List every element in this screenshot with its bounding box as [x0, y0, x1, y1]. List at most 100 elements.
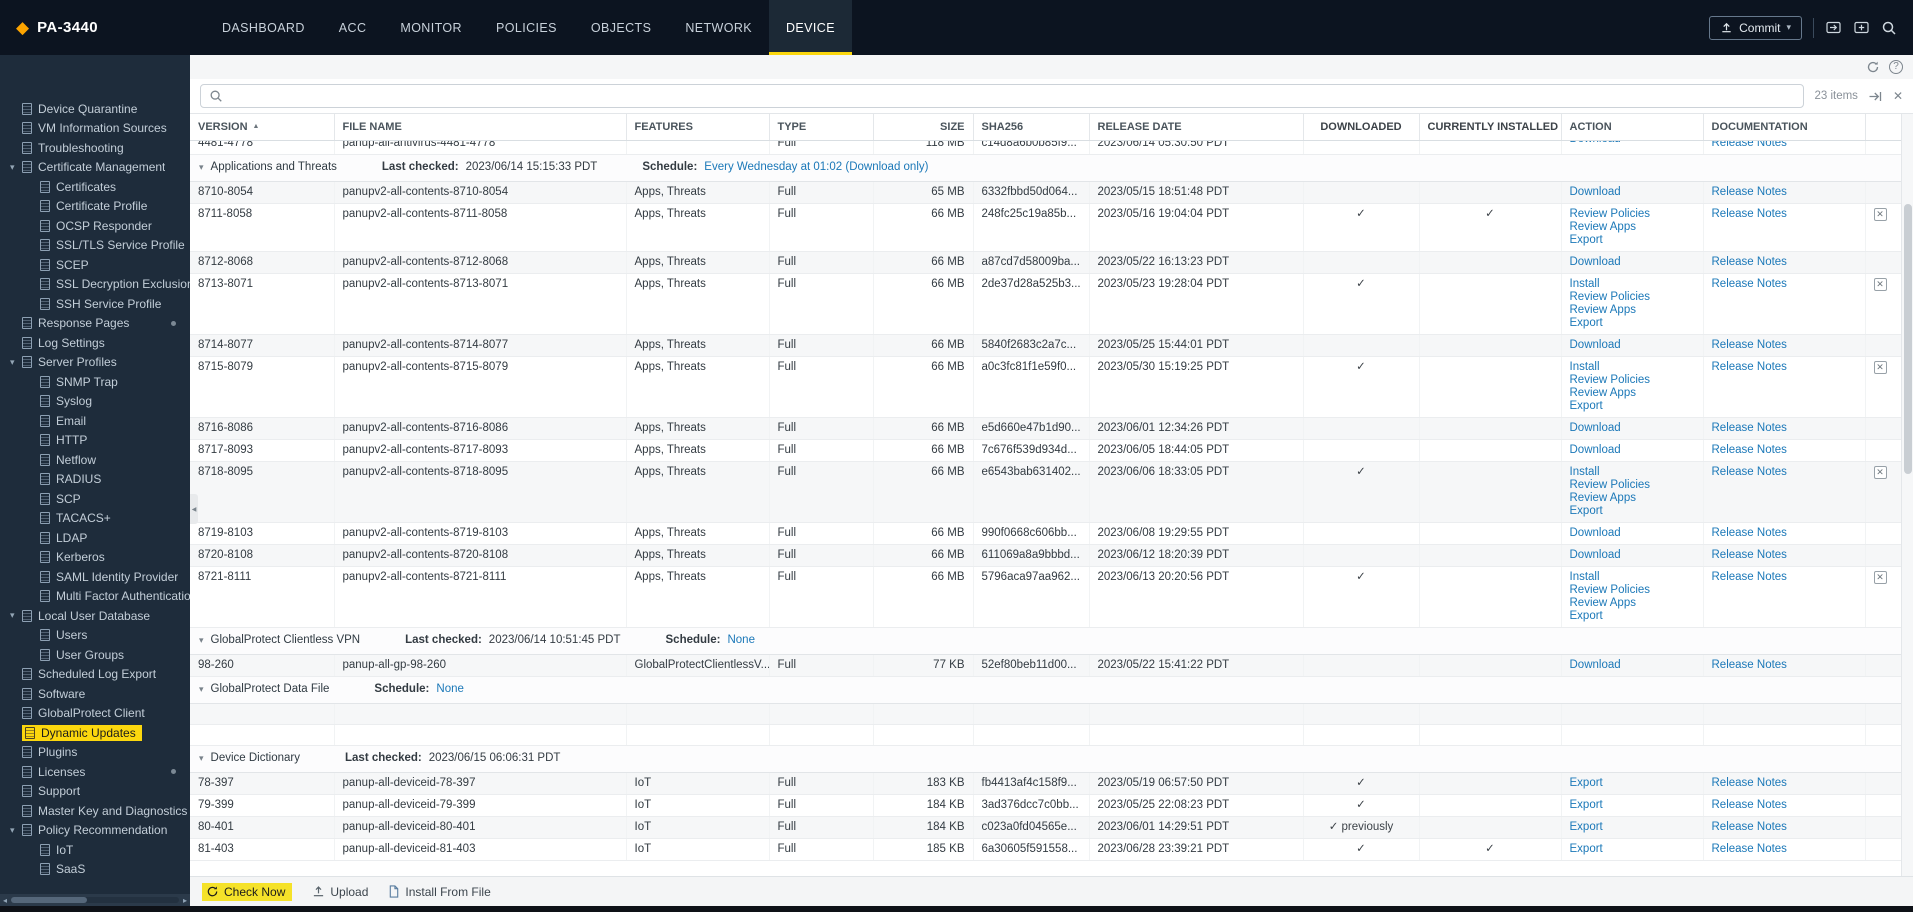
- vertical-scrollbar[interactable]: [1901, 114, 1913, 876]
- release-notes-link[interactable]: Release Notes: [1712, 527, 1787, 539]
- column-header-release-date[interactable]: RELEASE DATE: [1089, 114, 1303, 140]
- action-review-policies-link[interactable]: Review Policies: [1570, 584, 1695, 597]
- action-export-link[interactable]: Export: [1570, 777, 1695, 790]
- sidebar-item-tacacs[interactable]: TACACS+: [0, 509, 190, 529]
- sidebar-item-ssl-decryption-exclusion[interactable]: SSL Decryption Exclusion: [0, 275, 190, 295]
- action-review-policies-link[interactable]: Review Policies: [1570, 208, 1695, 221]
- sidebar-item-multi-factor-authentication[interactable]: Multi Factor Authentication: [0, 587, 190, 607]
- action-export-link[interactable]: Export: [1570, 400, 1695, 413]
- search-icon[interactable]: [1881, 20, 1897, 36]
- release-notes-link[interactable]: Release Notes: [1712, 278, 1787, 290]
- sidebar-item-snmp-trap[interactable]: SNMP Trap: [0, 372, 190, 392]
- sidebar-item-server-profiles[interactable]: ▾Server Profiles: [0, 353, 190, 373]
- action-review-apps-link[interactable]: Review Apps: [1570, 387, 1695, 400]
- section-collapse-icon[interactable]: ▾: [199, 633, 204, 648]
- action-review-apps-link[interactable]: Review Apps: [1570, 221, 1695, 234]
- action-export-link[interactable]: Export: [1570, 843, 1695, 856]
- sidebar-item-netflow[interactable]: Netflow: [0, 450, 190, 470]
- window-plus-icon[interactable]: [1853, 19, 1870, 36]
- section-collapse-icon[interactable]: ▾: [199, 160, 204, 175]
- tab-network[interactable]: NETWORK: [668, 0, 769, 55]
- release-notes-link[interactable]: Release Notes: [1712, 659, 1787, 671]
- sidebar-item-certificate-management[interactable]: ▾Certificate Management: [0, 158, 190, 178]
- action-download-link[interactable]: Download: [1570, 659, 1695, 672]
- sidebar-item-email[interactable]: Email: [0, 411, 190, 431]
- section-collapse-icon[interactable]: ▾: [199, 751, 204, 766]
- action-review-policies-link[interactable]: Review Policies: [1570, 291, 1695, 304]
- sidebar-item-scheduled-log-export[interactable]: Scheduled Log Export: [0, 665, 190, 685]
- sidebar-item-log-settings[interactable]: Log Settings: [0, 333, 190, 353]
- remove-downloaded-icon[interactable]: ✕: [1874, 278, 1887, 291]
- scrollbar-thumb[interactable]: [11, 897, 87, 903]
- sidebar-item-response-pages[interactable]: Response Pages: [0, 314, 190, 334]
- sidebar-item-saas[interactable]: SaaS: [0, 860, 190, 880]
- scrollbar-track[interactable]: [11, 897, 179, 903]
- sidebar-item-dynamic-updates[interactable]: Dynamic Updates: [0, 723, 190, 743]
- release-notes-link[interactable]: Release Notes: [1712, 339, 1787, 351]
- vertical-scrollbar-thumb[interactable]: [1904, 204, 1912, 474]
- action-review-policies-link[interactable]: Review Policies: [1570, 374, 1695, 387]
- release-notes-link[interactable]: Release Notes: [1712, 571, 1787, 583]
- check-now-button[interactable]: Check Now: [202, 883, 292, 901]
- chevron-down-icon[interactable]: ▾: [10, 357, 22, 368]
- release-notes-link[interactable]: Release Notes: [1712, 361, 1787, 373]
- column-header-file-name[interactable]: FILE NAME: [334, 114, 626, 140]
- column-header-features[interactable]: FEATURES: [626, 114, 769, 140]
- forward-arrow-icon[interactable]: [1868, 90, 1883, 103]
- sidebar-item-user-groups[interactable]: User Groups: [0, 645, 190, 665]
- chevron-down-icon[interactable]: ▾: [10, 825, 22, 836]
- column-header-downloaded[interactable]: DOWNLOADED: [1303, 114, 1419, 140]
- sidebar-horizontal-scrollbar[interactable]: ◂ ▸: [0, 894, 190, 906]
- sidebar-item-licenses[interactable]: Licenses: [0, 762, 190, 782]
- sidebar-item-iot[interactable]: IoT: [0, 840, 190, 860]
- release-notes-link[interactable]: Release Notes: [1712, 256, 1787, 268]
- sidebar-item-http[interactable]: HTTP: [0, 431, 190, 451]
- action-download-link[interactable]: Download: [1570, 549, 1695, 562]
- sidebar-item-globalprotect-client[interactable]: GlobalProtect Client: [0, 704, 190, 724]
- release-notes-link[interactable]: Release Notes: [1712, 777, 1787, 789]
- remove-downloaded-icon[interactable]: ✕: [1874, 361, 1887, 374]
- release-notes-link[interactable]: Release Notes: [1712, 549, 1787, 561]
- window-arrow-icon[interactable]: [1825, 19, 1842, 36]
- action-review-apps-link[interactable]: Review Apps: [1570, 492, 1695, 505]
- sidebar-item-certificates[interactable]: Certificates: [0, 177, 190, 197]
- search-input[interactable]: [229, 88, 1795, 104]
- action-export-link[interactable]: Export: [1570, 317, 1695, 330]
- sidebar-collapse-handle[interactable]: ◀: [190, 494, 198, 524]
- sidebar-item-radius[interactable]: RADIUS: [0, 470, 190, 490]
- action-install-link[interactable]: Install: [1570, 571, 1695, 584]
- sidebar-item-certificate-profile[interactable]: Certificate Profile: [0, 197, 190, 217]
- upload-button[interactable]: Upload: [312, 885, 368, 899]
- sidebar-item-software[interactable]: Software: [0, 684, 190, 704]
- action-download-link[interactable]: Download: [1570, 186, 1695, 199]
- action-install-link[interactable]: Install: [1570, 361, 1695, 374]
- sidebar-item-vm-information-sources[interactable]: VM Information Sources: [0, 119, 190, 139]
- release-notes-link[interactable]: Release Notes: [1712, 444, 1787, 456]
- column-header-currently-installed[interactable]: CURRENTLY INSTALLED: [1419, 114, 1561, 140]
- action-download-link[interactable]: Download: [1570, 339, 1695, 352]
- chevron-down-icon[interactable]: ▾: [10, 610, 22, 621]
- commit-button[interactable]: Commit ▾: [1709, 16, 1802, 40]
- column-header-version[interactable]: VERSION▲: [190, 114, 334, 140]
- scroll-left-icon[interactable]: ◂: [3, 896, 7, 905]
- release-notes-link[interactable]: Release Notes: [1712, 208, 1787, 220]
- remove-downloaded-icon[interactable]: ✕: [1874, 571, 1887, 584]
- action-export-link[interactable]: Export: [1570, 821, 1695, 834]
- sidebar-item-ssl-tls-service-profile[interactable]: SSL/TLS Service Profile: [0, 236, 190, 256]
- action-download-link[interactable]: Download: [1570, 422, 1695, 435]
- tab-acc[interactable]: ACC: [322, 0, 384, 55]
- schedule-link[interactable]: None: [727, 633, 755, 648]
- release-notes-link[interactable]: Release Notes: [1712, 799, 1787, 811]
- release-notes-link[interactable]: Release Notes: [1712, 821, 1787, 833]
- release-notes-link[interactable]: Release Notes: [1712, 140, 1787, 149]
- column-header-sha256[interactable]: SHA256: [973, 114, 1089, 140]
- action-download-link[interactable]: Download: [1570, 444, 1695, 457]
- release-notes-link[interactable]: Release Notes: [1712, 186, 1787, 198]
- action-export-link[interactable]: Export: [1570, 799, 1695, 812]
- action-download-link[interactable]: Download: [1570, 140, 1695, 146]
- tab-monitor[interactable]: MONITOR: [383, 0, 479, 55]
- action-export-link[interactable]: Export: [1570, 505, 1695, 518]
- help-icon[interactable]: ?: [1889, 60, 1903, 74]
- release-notes-link[interactable]: Release Notes: [1712, 843, 1787, 855]
- sidebar-item-local-user-database[interactable]: ▾Local User Database: [0, 606, 190, 626]
